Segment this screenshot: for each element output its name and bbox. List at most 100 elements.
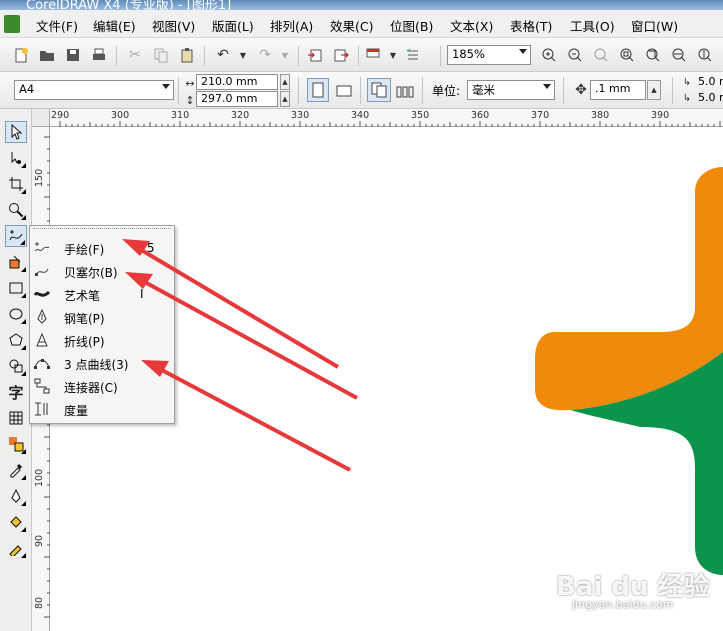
watermark-url: jingyan.baidu.com: [572, 598, 674, 611]
flyout-item-artistic-media[interactable]: 艺术笔 I: [30, 283, 174, 306]
flyout-item-3-point-curve[interactable]: 3 点曲线(3): [30, 352, 174, 375]
page-height-input[interactable]: 297.0 mm: [196, 91, 278, 107]
export-icon[interactable]: [332, 46, 350, 64]
open-icon[interactable]: [38, 46, 56, 64]
menu-text[interactable]: 文本(X): [450, 16, 493, 35]
redo-dropdown-icon[interactable]: ▼: [276, 46, 294, 64]
curve-tool-icon[interactable]: [5, 225, 27, 247]
pick-tool-icon[interactable]: [5, 121, 27, 143]
interactive-blend-tool-icon[interactable]: [5, 433, 27, 455]
smart-fill-tool-icon[interactable]: [5, 251, 27, 273]
portrait-button[interactable]: [307, 78, 329, 102]
flyout-item-label: 钢笔(P): [64, 312, 105, 326]
menu-view[interactable]: 视图(V): [152, 16, 195, 35]
ruler-origin[interactable]: [32, 109, 50, 127]
redo-icon[interactable]: ↷: [256, 46, 274, 64]
app-icon[interactable]: [4, 15, 20, 33]
paper-size-select[interactable]: A4: [14, 80, 174, 100]
zoom-out-icon[interactable]: [566, 46, 584, 64]
text-tool-icon[interactable]: 字: [5, 381, 27, 403]
landscape-icon: [336, 85, 352, 97]
flyout-item-label: 3 点曲线(3): [64, 358, 129, 372]
zoom-to-selected-icon[interactable]: [592, 46, 610, 64]
all-pages-button[interactable]: [367, 78, 391, 102]
duplicate-y-value[interactable]: 5.0 m: [698, 91, 723, 104]
flyout-item-bezier[interactable]: 贝塞尔(B): [30, 260, 174, 283]
units-label: 单位:: [432, 84, 461, 98]
zoom-to-page-height-icon[interactable]: [696, 46, 714, 64]
menu-table[interactable]: 表格(T): [510, 16, 552, 35]
page-width-input[interactable]: 210.0 mm: [196, 74, 278, 90]
shape-tool-icon[interactable]: [5, 147, 27, 169]
flyout-item-dimension[interactable]: 度量: [30, 398, 174, 421]
ellipse-tool-icon[interactable]: [5, 303, 27, 325]
menu-tools[interactable]: 工具(O): [570, 16, 615, 35]
units-select[interactable]: 毫米: [467, 80, 555, 100]
new-document-icon[interactable]: [12, 46, 30, 64]
menu-file[interactable]: 文件(F): [36, 16, 78, 35]
dimension-icon: [34, 401, 50, 417]
chevron-down-icon: [519, 49, 527, 54]
menu-layout[interactable]: 版面(L): [212, 16, 254, 35]
copy-icon[interactable]: [152, 46, 170, 64]
interactive-fill-tool-icon[interactable]: [5, 537, 27, 559]
table-tool-icon[interactable]: [5, 407, 27, 429]
flyout-item-polyline[interactable]: 折线(P): [30, 329, 174, 352]
ruler-label: 290: [51, 110, 70, 121]
fill-tool-icon[interactable]: [5, 511, 27, 533]
save-icon[interactable]: [64, 46, 82, 64]
menu-edit[interactable]: 编辑(E): [93, 16, 136, 35]
paste-icon[interactable]: [178, 46, 196, 64]
flyout-item-connector[interactable]: 连接器(C): [30, 375, 174, 398]
flyout-grip[interactable]: [33, 228, 171, 232]
nudge-icon: ✥: [575, 82, 587, 98]
flyout-item-freehand[interactable]: 手绘(F) F5: [30, 237, 174, 260]
duplicate-x-icon: ↳: [682, 76, 692, 88]
width-spinner-icon[interactable]: ▲: [280, 74, 290, 90]
menu-window[interactable]: 窗口(W): [631, 16, 678, 35]
duplicate-x-value[interactable]: 5.0 m: [698, 75, 723, 88]
basic-shapes-tool-icon[interactable]: [5, 355, 27, 377]
flyout-item-shortcut: F5: [140, 241, 155, 255]
landscape-button[interactable]: [335, 82, 353, 100]
zoom-tool-icon[interactable]: [5, 199, 27, 221]
menu-bar: 文件(F) 编辑(E) 视图(V) 版面(L) 排列(A) 效果(C) 位图(B…: [0, 10, 723, 38]
duplicate-y-icon: ↳: [682, 92, 692, 104]
menu-arrange[interactable]: 排列(A): [270, 16, 313, 35]
standard-toolbar: ✂ ↶ ▼ ↷ ▼ ▼ 185%: [0, 38, 723, 72]
ruler-label: 80: [34, 596, 45, 609]
welcome-screen-icon[interactable]: [404, 46, 422, 64]
undo-dropdown-icon[interactable]: ▼: [234, 46, 252, 64]
zoom-to-page-icon[interactable]: [644, 46, 662, 64]
zoom-in-icon[interactable]: [540, 46, 558, 64]
artistic-media-icon: [34, 286, 50, 302]
pen-icon: [34, 309, 50, 325]
ruler-label: 300: [111, 110, 130, 121]
height-spinner-icon[interactable]: ▲: [280, 91, 290, 107]
rectangle-tool-icon[interactable]: [5, 277, 27, 299]
flyout-item-pen[interactable]: 钢笔(P): [30, 306, 174, 329]
current-page-button[interactable]: [396, 82, 414, 100]
horizontal-ruler[interactable]: 290 300 310 320 330 340 350 360 370 380 …: [32, 109, 723, 127]
undo-icon[interactable]: ↶: [214, 46, 232, 64]
zoom-to-page-width-icon[interactable]: [670, 46, 688, 64]
outline-tool-icon[interactable]: [5, 485, 27, 507]
cut-icon[interactable]: ✂: [126, 46, 144, 64]
polygon-tool-icon[interactable]: [5, 329, 27, 351]
eyedropper-tool-icon[interactable]: [5, 459, 27, 481]
ruler-label: 350: [411, 110, 430, 121]
ruler-label: 320: [231, 110, 250, 121]
crop-tool-icon[interactable]: [5, 173, 27, 195]
menu-effects[interactable]: 效果(C): [330, 16, 373, 35]
zoom-to-all-objects-icon[interactable]: [618, 46, 636, 64]
zoom-levels-select[interactable]: 185%: [447, 45, 531, 65]
curve-tools-flyout: 手绘(F) F5 贝塞尔(B) 艺术笔 I 钢笔(P) 折线(P) 3 点曲线(…: [29, 225, 175, 424]
page-width-value: 210.0 mm: [201, 75, 258, 88]
launcher-dropdown-icon[interactable]: ▼: [384, 46, 402, 64]
application-launcher-icon[interactable]: [364, 46, 382, 64]
menu-bitmaps[interactable]: 位图(B): [390, 16, 433, 35]
print-icon[interactable]: [90, 46, 108, 64]
nudge-distance-input[interactable]: .1 mm: [590, 80, 646, 100]
import-icon[interactable]: [306, 46, 324, 64]
nudge-spinner-icon[interactable]: ▲: [647, 80, 661, 100]
